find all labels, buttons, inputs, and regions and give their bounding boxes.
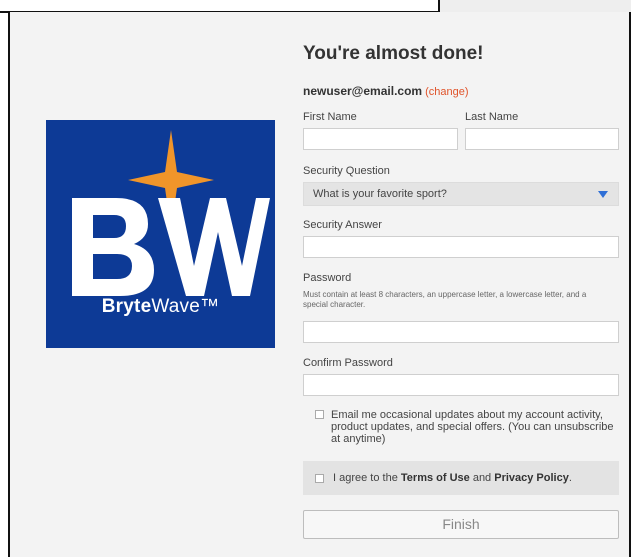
security-answer-input[interactable] [303, 236, 619, 258]
first-name-input[interactable] [303, 128, 458, 150]
finish-button[interactable]: Finish [303, 510, 619, 539]
last-name-label: Last Name [465, 111, 519, 123]
confirm-password-input[interactable] [303, 374, 619, 396]
security-question-select[interactable]: What is your favorite sport? [303, 182, 619, 206]
user-email: newuser@email.com [303, 84, 423, 98]
agree-terms-text: I agree to the Terms of Use and Privacy … [333, 472, 572, 484]
agree-terms-checkbox[interactable] [315, 474, 324, 483]
page-title: You're almost done! [303, 43, 484, 64]
security-question-value: What is your favorite sport? [313, 188, 447, 200]
dropdown-arrow-icon [598, 191, 608, 198]
first-name-label: First Name [303, 111, 357, 123]
security-answer-label: Security Answer [303, 219, 382, 231]
email-line: newuser@email.com (change) [303, 84, 469, 98]
logo-wordmark: BryteWave™ [101, 296, 220, 317]
security-question-label: Security Question [303, 165, 390, 177]
brytewave-logo: BryteWave™ [46, 120, 275, 348]
privacy-policy-link[interactable]: Privacy Policy [494, 472, 569, 484]
email-updates-text: Email me occasional updates about my acc… [331, 409, 614, 445]
letter-w-icon [158, 198, 270, 296]
password-hint: Must contain at least 8 characters, an u… [303, 290, 587, 309]
password-input[interactable] [303, 321, 619, 343]
terms-of-use-link[interactable]: Terms of Use [401, 472, 470, 484]
email-updates-checkbox[interactable] [315, 410, 324, 419]
change-email-link[interactable]: (change) [425, 86, 468, 98]
letter-b-icon [72, 198, 154, 296]
password-label: Password [303, 272, 352, 284]
confirm-password-label: Confirm Password [303, 357, 393, 369]
last-name-input[interactable] [465, 128, 619, 150]
